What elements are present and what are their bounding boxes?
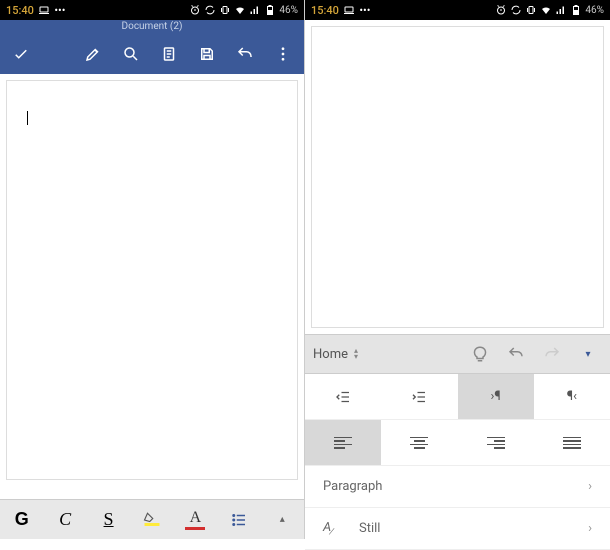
bullet-list-button[interactable] [217, 500, 260, 539]
tell-me-icon[interactable] [466, 340, 494, 368]
document-canvas[interactable] [311, 26, 604, 328]
pen-style-icon[interactable] [80, 41, 106, 67]
save-icon[interactable] [194, 41, 220, 67]
align-left-button[interactable] [305, 420, 381, 465]
align-justify-button[interactable] [534, 420, 610, 465]
undo-icon[interactable] [502, 340, 530, 368]
ribbon-tab-bar: Home ▴▾ ▾ [305, 334, 610, 374]
chevron-right-icon: › [588, 479, 592, 494]
rtl-paragraph-button[interactable]: ¶‹ [534, 374, 610, 419]
decrease-indent-button[interactable] [305, 374, 381, 419]
paragraph-menu-row[interactable]: Paragraph › [305, 466, 610, 508]
redo-icon[interactable] [538, 340, 566, 368]
vibrate-icon [219, 4, 231, 16]
highlight-button[interactable] [130, 500, 173, 539]
wifi-icon [234, 4, 246, 16]
sync-icon [204, 4, 216, 16]
italic-button[interactable]: C [43, 500, 86, 539]
search-icon[interactable] [118, 41, 144, 67]
status-bar-right: 15:40 ••• 46% [305, 0, 610, 20]
vibrate-icon [525, 4, 537, 16]
ribbon-tab-selector[interactable]: Home ▴▾ [313, 347, 358, 362]
battery-icon [570, 4, 582, 16]
battery-pct: 46% [279, 5, 298, 16]
read-mode-icon[interactable] [156, 41, 182, 67]
alarm-icon [189, 4, 201, 16]
sync-icon [510, 4, 522, 16]
battery-icon [264, 4, 276, 16]
font-color-button[interactable]: A [174, 500, 217, 539]
laptop-icon [38, 4, 50, 16]
chevron-right-icon: › [588, 521, 592, 536]
wifi-icon [540, 4, 552, 16]
styles-label: Still [359, 521, 380, 536]
status-time: 15:40 [311, 4, 339, 17]
underline-button[interactable]: S [87, 500, 130, 539]
overflow-menu-icon[interactable] [270, 41, 296, 67]
alarm-icon [495, 4, 507, 16]
align-center-button[interactable] [381, 420, 457, 465]
bold-button[interactable]: G [0, 500, 43, 539]
expand-toolbar-icon[interactable]: ▴ [261, 500, 304, 539]
align-right-button[interactable] [458, 420, 534, 465]
status-time: 15:40 [6, 4, 34, 17]
document-canvas[interactable] [6, 80, 298, 480]
styles-menu-row[interactable]: A∕ Still › [305, 508, 610, 550]
document-title: Document (2) [0, 20, 304, 34]
style-icon: A∕ [323, 520, 347, 538]
battery-pct: 46% [585, 5, 604, 16]
increase-indent-button[interactable] [381, 374, 457, 419]
ribbon-tab-label: Home [313, 347, 348, 362]
chevron-updown-icon: ▴▾ [354, 348, 358, 360]
done-check-icon[interactable] [8, 41, 34, 67]
undo-icon[interactable] [232, 41, 258, 67]
toolbar-top [0, 34, 304, 74]
menu-dots-icon: ••• [359, 4, 371, 16]
format-toolbar: G C S A ▴ [0, 499, 304, 539]
text-cursor [27, 111, 28, 125]
collapse-ribbon-icon[interactable]: ▾ [574, 340, 602, 368]
paragraph-options: ›¶ ¶‹ [305, 374, 610, 466]
menu-dots-icon: ••• [54, 4, 66, 16]
laptop-icon [343, 4, 355, 16]
status-bar-left: 15:40 ••• 46% [0, 0, 304, 20]
ltr-paragraph-button[interactable]: ›¶ [458, 374, 534, 419]
signal-icon [249, 4, 261, 16]
paragraph-label: Paragraph [323, 479, 382, 494]
signal-icon [555, 4, 567, 16]
